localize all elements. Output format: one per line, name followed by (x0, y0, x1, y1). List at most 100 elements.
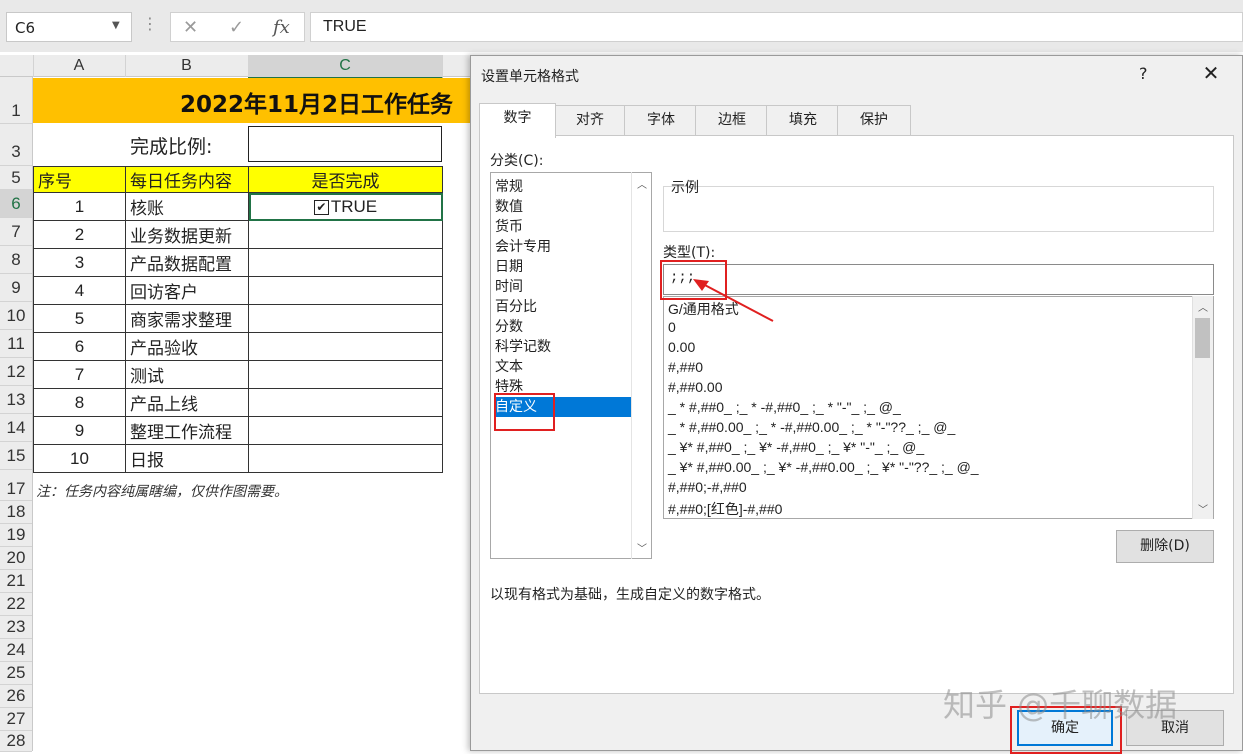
tab-border[interactable]: 边框 (695, 105, 769, 137)
cell-task[interactable]: 核账 (125, 192, 249, 221)
row-header[interactable]: 6 (0, 189, 32, 218)
category-item[interactable]: 货币 (494, 217, 631, 237)
cell-done[interactable] (248, 304, 443, 333)
cell-done[interactable] (248, 248, 443, 277)
column-header-c[interactable]: C (248, 55, 443, 79)
insert-function-icon[interactable]: fx (273, 17, 290, 38)
cell-index[interactable]: 8 (33, 388, 126, 417)
row-header[interactable]: 24 (0, 638, 32, 662)
format-item[interactable]: _ * #,##0_ ;_ * -#,##0_ ;_ * "-"_ ;_ @_ (668, 399, 901, 415)
format-code-list[interactable]: G/通用格式 0 0.00 #,##0 #,##0.00 _ * #,##0_ … (663, 296, 1214, 519)
category-item[interactable]: 常规 (494, 177, 631, 197)
cancel-icon[interactable]: ✕ (183, 17, 198, 38)
cell-index[interactable]: 10 (33, 444, 126, 473)
category-item[interactable]: 文本 (494, 357, 631, 377)
column-header-b[interactable]: B (125, 55, 249, 77)
row-header[interactable]: 23 (0, 615, 32, 639)
enter-icon[interactable]: ✓ (229, 17, 244, 38)
format-item[interactable]: #,##0 (668, 359, 703, 375)
chevron-up-icon[interactable]: ︿ (637, 176, 647, 191)
cell-task[interactable]: 回访客户 (125, 276, 249, 305)
row-header[interactable]: 1 (0, 78, 32, 124)
ratio-cell[interactable] (248, 126, 442, 162)
cell-index[interactable]: 5 (33, 304, 126, 333)
format-item[interactable]: #,##0;-#,##0 (668, 479, 747, 495)
chevron-down-icon[interactable]: ﹀ (1198, 501, 1208, 516)
category-scrollbar[interactable]: ︿ ﹀ (631, 172, 652, 559)
cell-index[interactable]: 7 (33, 360, 126, 389)
cell-done[interactable] (248, 220, 443, 249)
row-header[interactable]: 3 (0, 123, 32, 166)
delete-button[interactable]: 删除(D) (1116, 530, 1214, 563)
cell-task[interactable]: 产品数据配置 (125, 248, 249, 277)
format-item[interactable]: #,##0.00 (668, 379, 723, 395)
cell-task[interactable]: 产品验收 (125, 332, 249, 361)
row-header[interactable]: 7 (0, 217, 32, 246)
header-done[interactable]: 是否完成 (248, 166, 443, 193)
category-item[interactable]: 日期 (494, 257, 631, 277)
chevron-up-icon[interactable]: ︿ (1198, 299, 1208, 314)
cell-task[interactable]: 产品上线 (125, 388, 249, 417)
format-item[interactable]: _ ¥* #,##0.00_ ;_ ¥* -#,##0.00_ ;_ ¥* "-… (668, 459, 979, 475)
format-item[interactable]: 0 (668, 319, 676, 335)
chevron-down-icon[interactable]: ﹀ (637, 540, 647, 555)
row-header[interactable]: 14 (0, 413, 32, 442)
category-list[interactable]: 常规 数值 货币 会计专用 日期 时间 百分比 分数 科学记数 文本 特殊 自定… (490, 172, 652, 559)
category-item[interactable]: 百分比 (494, 297, 631, 317)
chevron-down-icon[interactable]: ▼ (112, 20, 124, 32)
category-item[interactable]: 科学记数 (494, 337, 631, 357)
row-header[interactable]: 15 (0, 441, 32, 470)
cell-task[interactable]: 商家需求整理 (125, 304, 249, 333)
row-header[interactable]: 12 (0, 357, 32, 386)
cell-index[interactable]: 1 (33, 192, 126, 221)
tab-protection[interactable]: 保护 (837, 105, 911, 137)
category-item[interactable]: 时间 (494, 277, 631, 297)
format-item[interactable]: 0.00 (668, 339, 695, 355)
row-header[interactable]: 11 (0, 329, 32, 358)
format-item[interactable]: _ ¥* #,##0_ ;_ ¥* -#,##0_ ;_ ¥* "-"_ ;_ … (668, 439, 924, 455)
row-header[interactable]: 20 (0, 546, 32, 570)
row-header[interactable]: 13 (0, 385, 32, 414)
cell-index[interactable]: 4 (33, 276, 126, 305)
cell-index[interactable]: 3 (33, 248, 126, 277)
cell-index[interactable]: 9 (33, 416, 126, 445)
category-item[interactable]: 会计专用 (494, 237, 631, 257)
row-header[interactable]: 22 (0, 592, 32, 616)
tab-fill[interactable]: 填充 (766, 105, 840, 137)
row-header[interactable]: 18 (0, 500, 32, 524)
format-item[interactable]: _ * #,##0.00_ ;_ * -#,##0.00_ ;_ * "-"??… (668, 419, 955, 435)
scrollbar-thumb[interactable] (1195, 318, 1210, 358)
cell-task[interactable]: 日报 (125, 444, 249, 473)
row-header[interactable]: 8 (0, 245, 32, 274)
cell-done[interactable] (248, 388, 443, 417)
header-index[interactable]: 序号 (33, 166, 126, 193)
cell-index[interactable]: 6 (33, 332, 126, 361)
cell-done[interactable] (248, 444, 443, 473)
column-header-a[interactable]: A (33, 55, 126, 77)
checkbox-checked-icon[interactable]: ✔ (313, 199, 329, 215)
cell-done-active[interactable]: ✔ TRUE (248, 192, 443, 221)
select-all-corner[interactable] (0, 55, 34, 77)
cell-task[interactable]: 业务数据更新 (125, 220, 249, 249)
tab-alignment[interactable]: 对齐 (553, 105, 627, 137)
cell-done[interactable] (248, 332, 443, 361)
cell-task[interactable]: 整理工作流程 (125, 416, 249, 445)
category-item[interactable]: 分数 (494, 317, 631, 337)
tab-number[interactable]: 数字 (479, 103, 556, 138)
close-icon[interactable]: ✕ (1191, 58, 1231, 88)
row-header[interactable]: 5 (0, 165, 32, 190)
cell-done[interactable] (248, 416, 443, 445)
formula-input[interactable]: TRUE (310, 12, 1243, 42)
row-header[interactable]: 10 (0, 301, 32, 330)
header-task[interactable]: 每日任务内容 (125, 166, 249, 193)
row-header[interactable]: 25 (0, 661, 32, 685)
cell-index[interactable]: 2 (33, 220, 126, 249)
help-icon[interactable]: ? (1139, 64, 1148, 83)
format-item[interactable]: #,##0;[红色]-#,##0 (668, 499, 782, 518)
row-header[interactable]: 19 (0, 523, 32, 547)
row-header[interactable]: 28 (0, 730, 32, 752)
row-header[interactable]: 26 (0, 684, 32, 708)
category-item[interactable]: 数值 (494, 197, 631, 217)
cell-task[interactable]: 测试 (125, 360, 249, 389)
cell-done[interactable] (248, 276, 443, 305)
